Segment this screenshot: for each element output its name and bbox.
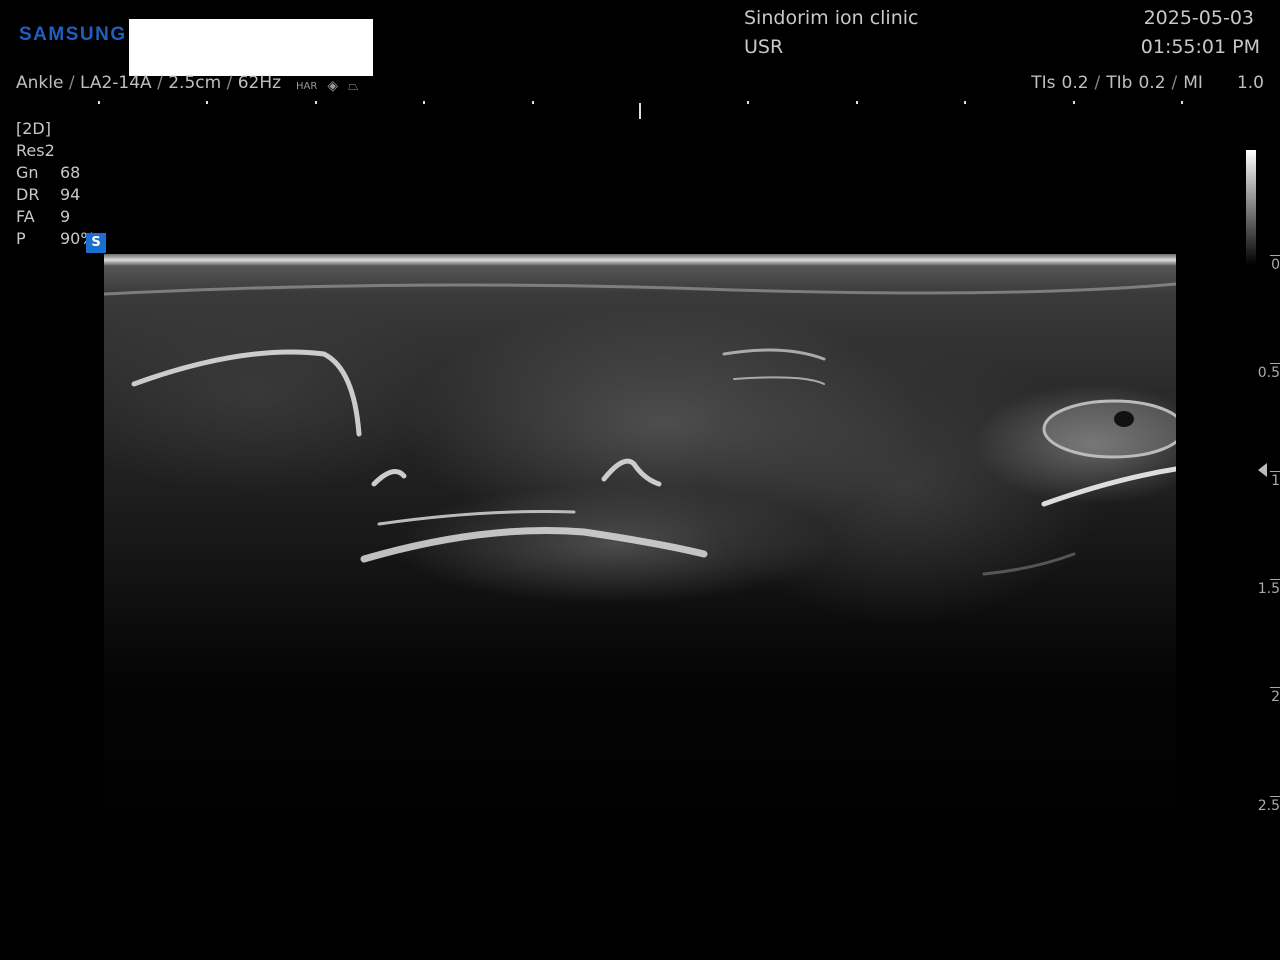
trapezoid-icon: ⏢ — [348, 78, 359, 94]
param-dynamic-range: DR 94 — [16, 185, 81, 204]
param-power: P 90% — [16, 229, 96, 248]
imaging-params: [2D] Res2 Gn 68 DR 94 FA 9 P 90% — [16, 118, 96, 250]
mi-label: MI — [1183, 73, 1203, 93]
preset-label: Ankle — [16, 73, 64, 93]
ultrasound-image[interactable] — [104, 254, 1176, 854]
param-gain: Gn 68 — [16, 163, 81, 182]
clinic-name: Sindorim ion clinic — [744, 7, 919, 29]
depth-label: 2.5cm — [168, 73, 222, 93]
exam-date: 2025-05-03 — [1143, 7, 1254, 29]
tis-value: 0.2 — [1061, 73, 1089, 93]
depth-mark: 0 — [1270, 255, 1280, 273]
depth-mark: 2 — [1270, 687, 1280, 705]
depth-mark: 1 — [1270, 471, 1280, 489]
probe-info: Ankle / LA2-14A / 2.5cm / 62Hz — [16, 73, 282, 93]
eye-icon: ◈ — [327, 78, 339, 94]
depth-mark: 2.5 — [1257, 796, 1280, 814]
har-label: HAR — [296, 80, 318, 92]
tis-label: TIs — [1031, 73, 1056, 93]
focus-marker-icon[interactable] — [1258, 463, 1267, 477]
frame-rate-label: 62Hz — [237, 73, 282, 93]
tib-label: TIb — [1106, 73, 1133, 93]
depth-mark: 1.5 — [1257, 579, 1280, 597]
grayscale-bar — [1246, 150, 1256, 265]
depth-mark: 0.5 — [1257, 363, 1280, 381]
probe-label: LA2-14A — [79, 73, 152, 93]
param-frame-average: FA 9 — [16, 207, 71, 226]
mode-label: [2D] — [16, 119, 51, 138]
s-badge: S — [86, 233, 106, 253]
mi-value: 1.0 — [1236, 73, 1264, 93]
echo-structures — [104, 282, 1176, 576]
exam-time: 01:55:01 PM — [1140, 36, 1260, 58]
samsung-logo: SAMSUNG — [19, 24, 127, 45]
redacted-patient-info — [129, 19, 373, 76]
mode-icons: HAR ◈ ⏢ — [296, 78, 359, 94]
user-id: USR — [744, 36, 784, 58]
thermal-index: TIs 0.2 / TIb 0.2 / MI 1.0 — [1031, 73, 1264, 93]
tib-value: 0.2 — [1138, 73, 1166, 93]
resolution-label: Res2 — [16, 141, 55, 160]
